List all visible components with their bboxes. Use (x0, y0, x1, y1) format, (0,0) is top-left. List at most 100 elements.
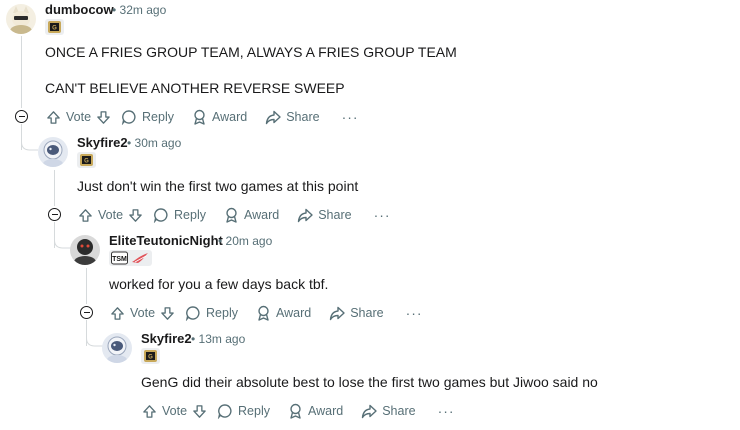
svg-text:G: G (52, 26, 57, 32)
geng-flair-icon: G (144, 350, 157, 362)
share-label: Share (318, 208, 352, 222)
time-ago: 13m ago (198, 332, 246, 346)
award-icon (226, 207, 237, 223)
vote-label: Vote (162, 404, 188, 418)
upvote-icon[interactable] (142, 404, 157, 419)
award-icon (258, 305, 269, 321)
award-icon (194, 109, 205, 125)
award-label: Award (244, 208, 280, 222)
more-options-button[interactable]: ··· (374, 207, 391, 223)
reply-button[interactable]: Reply (217, 403, 270, 419)
collapse-thread-button[interactable] (80, 306, 93, 319)
svg-text:G: G (84, 159, 89, 165)
award-button[interactable]: Award (224, 207, 279, 223)
user-flair: G (77, 152, 96, 168)
downvote-icon[interactable] (160, 306, 175, 321)
award-icon (290, 403, 301, 419)
reply-button[interactable]: Reply (185, 305, 238, 321)
share-label: Share (350, 306, 384, 320)
comment-text: CAN'T BELIEVE ANOTHER REVERSE SWEEP (45, 80, 345, 96)
separator: • (218, 234, 223, 248)
upvote-icon[interactable] (110, 306, 125, 321)
downvote-icon[interactable] (96, 110, 111, 125)
username[interactable]: dumbocow (45, 2, 114, 17)
upvote-icon[interactable] (78, 208, 93, 223)
reply-label: Reply (206, 306, 238, 320)
timestamp: • 30m ago (127, 136, 181, 150)
more-options-button[interactable]: ··· (342, 109, 359, 125)
award-label: Award (212, 110, 248, 124)
share-label: Share (382, 404, 416, 418)
avatar[interactable] (70, 235, 100, 265)
share-button[interactable]: Share (297, 208, 352, 223)
collapse-thread-button[interactable] (48, 208, 61, 221)
comment-bubble-icon (185, 306, 200, 321)
thread-line (54, 170, 55, 206)
reply-label: Reply (238, 404, 270, 418)
award-label: Award (276, 306, 312, 320)
avatar[interactable] (102, 333, 132, 363)
astronaut-avatar-icon (107, 336, 127, 363)
share-button[interactable]: Share (361, 404, 416, 419)
reply-button[interactable]: Reply (153, 207, 206, 223)
time-ago: 30m ago (134, 136, 182, 150)
more-options-button[interactable]: ··· (438, 403, 455, 419)
fox-avatar-icon (10, 6, 32, 34)
upvote-icon[interactable] (46, 110, 61, 125)
share-icon (266, 110, 281, 124)
svg-text:G: G (148, 355, 153, 361)
user-flair: G (141, 348, 160, 364)
vote-label: Vote (130, 306, 156, 320)
user-flair: G (45, 19, 64, 35)
reply-label: Reply (142, 110, 174, 124)
wing-flair-icon (132, 253, 148, 263)
timestamp: • 20m ago (218, 234, 272, 248)
username[interactable]: Skyfire2 (141, 331, 192, 346)
more-options-button[interactable]: ··· (406, 305, 423, 321)
award-button[interactable]: Award (288, 403, 343, 419)
separator: • (191, 332, 196, 346)
downvote-icon[interactable] (192, 404, 207, 419)
share-button[interactable]: Share (265, 110, 320, 125)
comment-text: ONCE A FRIES GROUP TEAM, ALWAYS A FRIES … (45, 44, 457, 60)
thread-connector (21, 124, 38, 151)
user-flair: TSM (109, 250, 152, 266)
avatar[interactable] (38, 137, 68, 167)
comment-text: Just don't win the first two games at th… (77, 178, 359, 194)
collapse-thread-button[interactable] (15, 110, 28, 123)
username[interactable]: EliteTeutonicNight (109, 233, 223, 248)
action-bar: Vote Reply Award Share ··· (110, 303, 423, 323)
tsm-flair-icon: TSM (111, 251, 128, 265)
share-icon (330, 306, 345, 320)
timestamp: • 32m ago (112, 3, 166, 17)
time-ago: 20m ago (225, 234, 273, 248)
geng-flair-icon: G (80, 154, 93, 166)
comment-bubble-icon (153, 208, 168, 223)
reply-button[interactable]: Reply (121, 109, 174, 125)
award-button[interactable]: Award (256, 305, 311, 321)
avatar[interactable] (6, 4, 36, 34)
username[interactable]: Skyfire2 (77, 135, 128, 150)
action-bar: Vote Reply Award Share ··· (78, 205, 391, 225)
comment-text: GenG did their absolute best to lose the… (141, 374, 598, 390)
vote-group: Vote (110, 306, 175, 321)
dark-avatar-icon (74, 239, 96, 265)
thread-line (21, 36, 22, 108)
vote-label: Vote (66, 110, 92, 124)
astronaut-avatar-icon (43, 140, 63, 167)
vote-group: Vote (142, 404, 207, 419)
share-icon (298, 208, 313, 222)
share-button[interactable]: Share (329, 306, 384, 321)
separator: • (112, 3, 117, 17)
comment-bubble-icon (217, 404, 232, 419)
geng-flair-icon: G (48, 21, 61, 33)
action-bar: Vote Reply Award Share ··· (46, 107, 359, 127)
time-ago: 32m ago (119, 3, 167, 17)
share-icon (362, 404, 377, 418)
svg-text:TSM: TSM (112, 256, 127, 263)
reply-label: Reply (174, 208, 206, 222)
downvote-icon[interactable] (128, 208, 143, 223)
award-button[interactable]: Award (192, 109, 247, 125)
timestamp: • 13m ago (191, 332, 245, 346)
vote-group: Vote (78, 208, 143, 223)
